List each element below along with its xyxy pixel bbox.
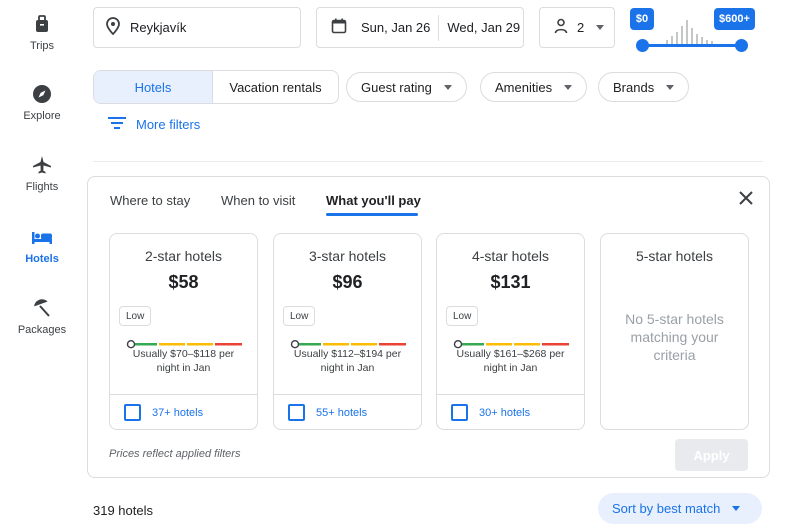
price-slider[interactable]: $0 $600+ xyxy=(630,4,755,52)
tab-where-to-stay[interactable]: Where to stay xyxy=(110,193,190,208)
card-title: 5-star hotels xyxy=(635,248,714,264)
active-tab-indicator xyxy=(326,213,418,216)
chip-label: Brands xyxy=(613,79,655,95)
nav-item-label: Hotels xyxy=(25,253,59,265)
card-price: $58 xyxy=(168,272,199,292)
chip-label: Amenities xyxy=(495,79,553,95)
nav-item-label: Packages xyxy=(17,324,67,336)
price-max-handle[interactable] xyxy=(735,39,748,52)
nav-item-label: Explore xyxy=(23,110,61,122)
price-max-label: $600+ xyxy=(714,8,755,30)
more-filters-label: More filters xyxy=(136,117,201,132)
star-hotel-card: 2-star hotels $58 Low Usually $70–$118 p… xyxy=(109,233,258,430)
filter-lines-icon xyxy=(108,116,126,133)
card-price: $96 xyxy=(332,272,363,292)
section-divider xyxy=(93,161,763,162)
nav-item-label: Flights xyxy=(25,181,59,193)
nav-item-explore[interactable]: Explore xyxy=(0,82,84,122)
airplane-icon xyxy=(30,153,54,177)
five-star-hotel-card: 5-star hotels No 5-star hotels matching … xyxy=(600,233,749,430)
close-icon[interactable] xyxy=(737,189,755,207)
beach-umbrella-icon xyxy=(30,296,54,320)
apply-button[interactable]: Apply xyxy=(675,439,748,471)
hotel-class-checkbox[interactable] xyxy=(451,404,468,421)
nav-item-packages[interactable]: Packages xyxy=(0,296,84,336)
card-title: 3-star hotels xyxy=(308,248,387,264)
hotel-class-checkbox[interactable] xyxy=(288,404,305,421)
luggage-icon xyxy=(30,12,54,36)
property-type-toggle: Hotels Vacation rentals xyxy=(93,70,339,104)
results-count: 319 hotels xyxy=(93,503,153,518)
typical-price-range: Usually $70–$118 per night in Jan xyxy=(132,348,235,374)
price-insights-panel: Where to stay When to visit What you'll … xyxy=(87,176,770,478)
sort-dropdown[interactable]: Sort by best match xyxy=(598,493,762,524)
card-select-row[interactable]: 37+ hotels xyxy=(110,394,257,430)
no-results-message: No 5-star hotels matching your criteria xyxy=(625,311,724,363)
chevron-down-icon xyxy=(564,84,573,90)
amenities-chip[interactable]: Amenities xyxy=(480,72,588,102)
chevron-down-icon xyxy=(732,506,741,511)
price-min-handle[interactable] xyxy=(636,39,649,52)
hotel-class-checkbox[interactable] xyxy=(124,404,141,421)
price-level-tag: Low xyxy=(119,306,152,326)
guest-count: 2 xyxy=(577,20,585,35)
nav-item-hotels[interactable]: Hotels xyxy=(0,225,84,265)
card-select-row[interactable]: 30+ hotels xyxy=(437,394,584,430)
chevron-down-icon xyxy=(666,84,675,90)
hotel-count: 55+ hotels xyxy=(316,406,368,419)
location-value: Reykjavík xyxy=(130,20,187,35)
guests-selector[interactable]: 2 xyxy=(539,7,615,48)
price-slider-track xyxy=(642,44,742,47)
price-level-tag: Low xyxy=(446,306,479,326)
nav-item-label: Trips xyxy=(29,40,55,52)
card-title: 2-star hotels xyxy=(144,248,223,264)
compass-icon xyxy=(30,82,54,106)
card-select-row[interactable]: 55+ hotels xyxy=(274,394,421,430)
card-title: 4-star hotels xyxy=(471,248,550,264)
price-min-label: $0 xyxy=(630,8,654,30)
date-separator xyxy=(438,14,440,41)
segment-hotels[interactable]: Hotels xyxy=(94,71,213,103)
tab-what-youll-pay[interactable]: What you'll pay xyxy=(326,193,421,208)
hotel-count: 37+ hotels xyxy=(152,406,204,419)
nav-item-flights[interactable]: Flights xyxy=(0,153,84,193)
star-hotel-card: 3-star hotels $96 Low Usually $112–$194 … xyxy=(273,233,422,430)
tab-when-to-visit[interactable]: When to visit xyxy=(221,193,295,208)
person-icon xyxy=(554,18,568,37)
check-out-date[interactable]: Wed, Jan 29 xyxy=(447,20,520,35)
left-nav-rail: Trips Explore Flights Hotels Packages xyxy=(0,0,84,532)
star-hotel-card: 4-star hotels $131 Low Usually $161–$268… xyxy=(436,233,585,430)
date-range-picker[interactable]: Sun, Jan 26 Wed, Jan 29 xyxy=(316,7,524,48)
chevron-down-icon xyxy=(596,25,605,30)
location-input[interactable]: Reykjavík xyxy=(93,7,301,48)
nav-item-trips[interactable]: Trips xyxy=(0,12,84,52)
bed-icon xyxy=(30,225,54,249)
guest-rating-chip[interactable]: Guest rating xyxy=(346,72,467,102)
calendar-icon xyxy=(331,18,347,37)
check-in-date[interactable]: Sun, Jan 26 xyxy=(361,20,430,35)
typical-price-range: Usually $112–$194 per night in Jan xyxy=(293,348,402,374)
price-level-tag: Low xyxy=(283,306,316,326)
prices-note: Prices reflect applied filters xyxy=(109,448,241,460)
typical-price-range: Usually $161–$268 per night in Jan xyxy=(456,348,565,374)
sort-label: Sort by best match xyxy=(612,501,721,516)
more-filters-button[interactable]: More filters xyxy=(108,116,200,133)
card-price: $131 xyxy=(490,272,531,292)
chip-label: Guest rating xyxy=(361,79,432,95)
brands-chip[interactable]: Brands xyxy=(598,72,690,102)
segment-vacation-rentals[interactable]: Vacation rentals xyxy=(213,71,338,103)
chevron-down-icon xyxy=(443,84,452,90)
hotel-count: 30+ hotels xyxy=(479,406,531,419)
location-pin-icon xyxy=(106,17,120,38)
